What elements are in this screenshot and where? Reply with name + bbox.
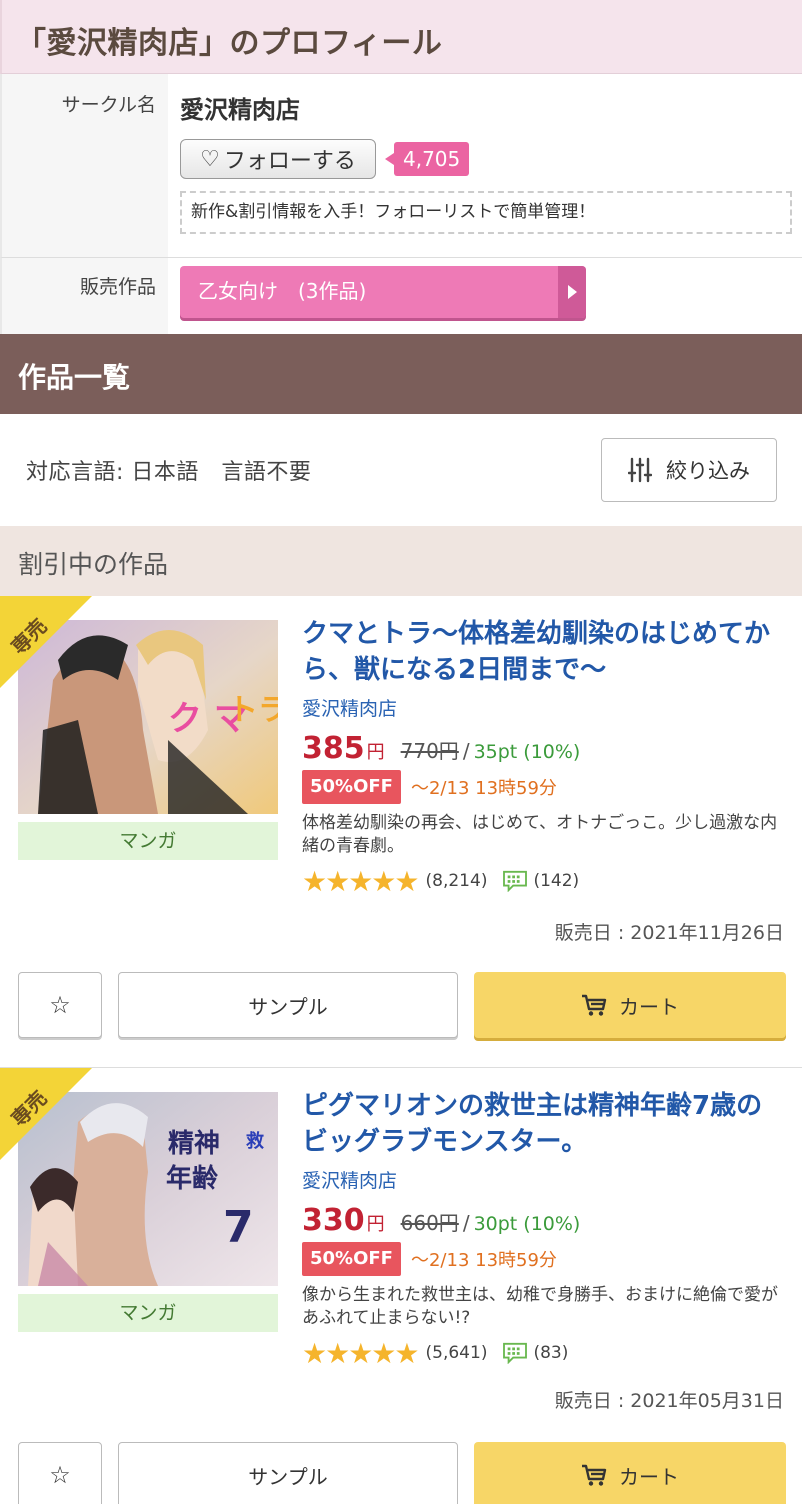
discount-badge: 50%OFF: [302, 770, 401, 804]
genre-tag[interactable]: マンガ: [18, 822, 278, 860]
exclusive-badge: 専売: [0, 596, 92, 688]
rating-count: (8,214): [425, 871, 488, 891]
heart-icon: ♡: [200, 146, 220, 172]
product-card: 専売 ク マ トラ マンガ クマとトラ〜体格差幼馴染のはじめてから、獣になる2日…: [0, 596, 802, 1068]
product-title[interactable]: クマとトラ〜体格差幼馴染のはじめてから、獣になる2日間まで〜: [302, 616, 788, 688]
profile-title: 「愛沢精肉店」のプロフィール: [16, 26, 443, 61]
svg-text:7: 7: [223, 1202, 254, 1253]
circle-name: 愛沢精肉店: [180, 96, 300, 124]
sale-price: 385: [302, 731, 365, 766]
follow-count-badge: 4,705: [384, 142, 470, 176]
original-price: 660円: [400, 1211, 459, 1235]
star-outline-icon: ☆: [49, 991, 71, 1019]
maker-link[interactable]: 愛沢精肉店: [302, 1166, 788, 1193]
cart-icon: [582, 994, 607, 1016]
works-list-header: 作品一覧: [0, 334, 802, 414]
svg-text:精神: 精神: [168, 1129, 220, 1159]
follow-note: 新作&割引情報を入手！フォローリストで簡単管理！: [180, 191, 792, 234]
svg-text:救: 救: [246, 1130, 264, 1152]
points: 35pt (10%): [473, 741, 581, 763]
comment-count[interactable]: (142): [533, 871, 579, 891]
sale-deadline: 〜2/13 13時59分: [410, 778, 557, 799]
works-button-label: 乙女向け (3作品): [198, 279, 367, 303]
svg-text:年齢: 年齢: [166, 1163, 219, 1194]
cart-label: カート: [619, 1464, 679, 1489]
points: 30pt (10%): [473, 1213, 581, 1235]
circle-label: サークル名: [2, 74, 168, 257]
cart-button[interactable]: カート: [474, 1442, 786, 1504]
cart-label: カート: [619, 994, 679, 1019]
filter-sliders-icon: [628, 457, 652, 483]
favorite-button[interactable]: ☆: [18, 1442, 102, 1504]
sale-section-header: 割引中の作品: [0, 526, 802, 596]
otome-works-button[interactable]: 乙女向け (3作品): [180, 266, 586, 318]
sale-price: 330: [302, 1203, 365, 1238]
release-date: 販売日 : 2021年11月26日: [554, 922, 784, 944]
star-rating-icon: ★★★★★: [302, 864, 420, 898]
comment-icon[interactable]: [501, 870, 529, 892]
follow-button[interactable]: ♡ フォローする: [180, 139, 376, 179]
star-outline-icon: ☆: [49, 1461, 71, 1489]
price-separator: /: [462, 1211, 470, 1235]
circle-row: サークル名 愛沢精肉店 ♡ フォローする 4,705 新作&割引情報を入手！フォ…: [0, 74, 802, 258]
profile-header: 「愛沢精肉店」のプロフィール: [0, 0, 802, 74]
supported-languages: 対応言語: 日本語 言語不要: [26, 460, 312, 485]
rating-count: (5,641): [425, 1343, 488, 1363]
language-filter-row: 対応言語: 日本語 言語不要 絞り込み: [0, 414, 802, 526]
yen-unit: 円: [366, 1214, 385, 1235]
works-row: 販売作品 乙女向け (3作品): [0, 258, 802, 336]
sale-deadline: 〜2/13 13時59分: [410, 1250, 557, 1271]
comment-icon[interactable]: [501, 1342, 529, 1364]
maker-link[interactable]: 愛沢精肉店: [302, 694, 788, 721]
product-description: 体格差幼馴染の再会、はじめて、オトナごっこ。少し過激な内緒の青春劇。: [302, 813, 778, 856]
filter-button[interactable]: 絞り込み: [601, 438, 777, 502]
comment-count[interactable]: (83): [533, 1343, 568, 1363]
product-card: 専売 精神 年齢 7 救 マンガ ピグマリオンの救世主は精神年齢7歳のビッグラブ…: [0, 1068, 802, 1504]
works-label: 販売作品: [2, 258, 168, 335]
product-title[interactable]: ピグマリオンの救世主は精神年齢7歳のビッグラブモンスター。: [302, 1088, 788, 1160]
yen-unit: 円: [366, 742, 385, 763]
discount-badge: 50%OFF: [302, 1242, 401, 1276]
price-separator: /: [462, 739, 470, 763]
follow-label: フォローする: [223, 149, 356, 174]
sample-button[interactable]: サンプル: [118, 1442, 458, 1504]
original-price: 770円: [400, 739, 459, 763]
genre-tag[interactable]: マンガ: [18, 1294, 278, 1332]
release-date: 販売日 : 2021年05月31日: [554, 1390, 784, 1412]
favorite-button[interactable]: ☆: [18, 972, 102, 1038]
chevron-right-icon: [558, 266, 586, 318]
svg-text:トラ: トラ: [228, 693, 278, 728]
filter-label: 絞り込み: [666, 459, 750, 483]
star-rating-icon: ★★★★★: [302, 1336, 420, 1370]
product-description: 像から生まれた救世主は、幼稚で身勝手、おまけに絶倫で愛があふれて止まらない!?: [302, 1285, 778, 1328]
exclusive-badge: 専売: [0, 1068, 92, 1160]
cart-button[interactable]: カート: [474, 972, 786, 1038]
cart-icon: [582, 1464, 607, 1486]
sample-button[interactable]: サンプル: [118, 972, 458, 1038]
